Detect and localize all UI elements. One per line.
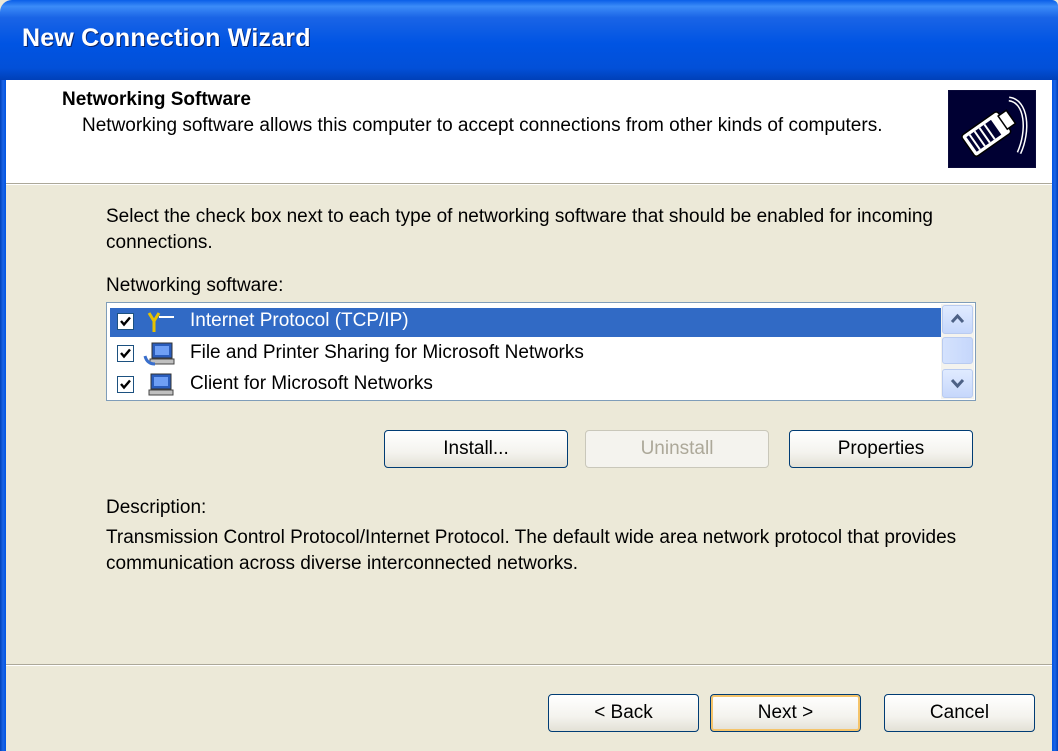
header-divider xyxy=(6,183,1052,185)
next-button[interactable]: Next > xyxy=(710,694,861,732)
checkbox-file-printer-sharing[interactable] xyxy=(117,345,134,362)
scroll-down-button[interactable] xyxy=(942,369,973,398)
scroll-up-button[interactable] xyxy=(942,305,973,334)
list-scrollbar[interactable] xyxy=(941,304,974,399)
description-label: Description: xyxy=(106,497,207,518)
computer-share-icon xyxy=(143,342,175,366)
list-label: Networking software: xyxy=(106,275,284,296)
window-title: New Connection Wizard xyxy=(22,24,311,52)
properties-button[interactable]: Properties xyxy=(789,430,973,468)
footer-divider xyxy=(6,664,1052,666)
description-text: Transmission Control Protocol/Internet P… xyxy=(106,527,957,574)
networking-software-list[interactable]: Internet Protocol (TCP/IP) File and Prin… xyxy=(106,302,976,401)
scroll-thumb[interactable] xyxy=(942,337,973,364)
list-item-label: File and Printer Sharing for Microsoft N… xyxy=(190,342,584,363)
computer-icon xyxy=(143,373,175,397)
list-item-label: Client for Microsoft Networks xyxy=(190,373,433,394)
network-cable-icon xyxy=(948,90,1036,168)
wizard-window: New Connection Wizard Networking Softwar… xyxy=(0,0,1058,751)
uninstall-button[interactable]: Uninstall xyxy=(585,430,769,468)
list-item-file-printer-sharing[interactable]: File and Printer Sharing for Microsoft N… xyxy=(110,340,941,369)
title-bar[interactable]: New Connection Wizard xyxy=(0,0,1058,80)
checkbox-tcpip[interactable] xyxy=(117,313,134,330)
cancel-button[interactable]: Cancel xyxy=(884,694,1035,732)
chevron-down-icon xyxy=(950,378,965,389)
checkbox-client-ms-networks[interactable] xyxy=(117,376,134,393)
window-border-right xyxy=(1052,80,1058,751)
instruction-text: Select the check box next to each type o… xyxy=(106,206,934,253)
header-subtitle: Networking software allows this computer… xyxy=(82,115,883,136)
header-title: Networking Software xyxy=(62,89,251,110)
back-button[interactable]: < Back xyxy=(548,694,699,732)
chevron-up-icon xyxy=(950,313,965,324)
install-button[interactable]: Install... xyxy=(384,430,568,468)
list-item-label: Internet Protocol (TCP/IP) xyxy=(190,310,409,331)
list-item-tcpip[interactable]: Internet Protocol (TCP/IP) xyxy=(110,308,941,337)
list-item-client-ms-networks[interactable]: Client for Microsoft Networks xyxy=(110,371,941,400)
protocol-icon xyxy=(143,310,175,334)
